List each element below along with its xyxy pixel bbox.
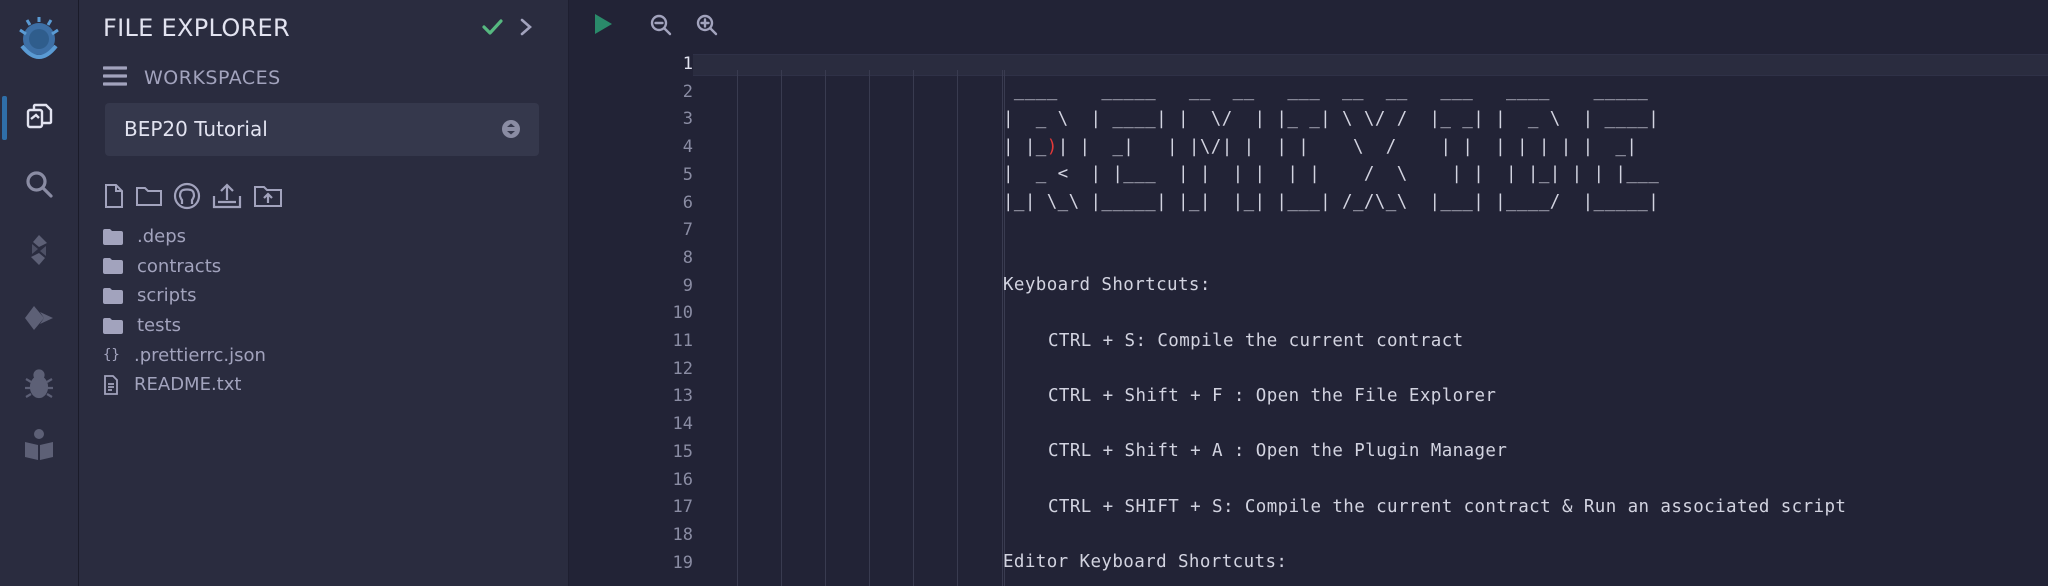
shortcut-line: CTRL + Shift + A : Open the Plugin Manag… [1048, 441, 1508, 461]
ascii-banner-line: ____ _____ __ __ ___ __ __ ___ ____ ____… [1003, 81, 1649, 101]
upload-folder-icon[interactable] [253, 183, 283, 209]
upload-file-icon[interactable] [211, 182, 243, 210]
shortcut-line: CTRL + Shift + F : Open the File Explore… [1048, 386, 1497, 406]
panel-title: FILE EXPLORER [103, 14, 290, 42]
ascii-banner-line: | |_)| | _| | |\/| | | | \ / | | | | | |… [1003, 137, 1637, 157]
learneth-icon[interactable] [19, 425, 59, 465]
active-indicator [2, 96, 7, 140]
hamburger-menu-icon[interactable] [102, 65, 128, 91]
tree-item-label: scripts [137, 285, 197, 307]
workspace-select-value: BEP20 Tutorial [124, 117, 268, 141]
line-number: 12 [672, 358, 693, 379]
folder-contracts[interactable]: contracts [103, 252, 266, 282]
file-prettierrc[interactable]: {} .prettierrc.json [103, 340, 266, 370]
editor-shortcuts-heading: Editor Keyboard Shortcuts: [1003, 552, 1288, 572]
shortcut-line: CTRL + S: Compile the current contract [1048, 331, 1464, 351]
remix-logo-icon[interactable] [14, 16, 64, 66]
line-number: 6 [682, 192, 693, 213]
line-number: 16 [672, 469, 693, 490]
tree-item-label: contracts [137, 255, 222, 277]
indent-guide [869, 70, 870, 586]
file-actions-toolbar [103, 181, 283, 211]
indent-guide [781, 70, 782, 586]
tree-item-label: README.txt [134, 374, 242, 396]
icon-rail [0, 0, 79, 586]
folder-scripts[interactable]: scripts [103, 281, 266, 311]
ascii-banner-red-char: ) [1046, 137, 1058, 157]
ascii-banner-line: | _ \ | ____| | \/ | |_ _| \ \/ / |_ _| … [1003, 109, 1660, 129]
select-caret-icon [501, 119, 521, 143]
check-icon [481, 16, 503, 42]
workspaces-label: WORKSPACES [144, 67, 281, 89]
zoom-out-icon[interactable] [650, 14, 672, 36]
workspaces-header: WORKSPACES [102, 64, 281, 92]
tree-item-label: .prettierrc.json [134, 344, 266, 366]
editor-toolbar [569, 0, 2048, 50]
chevron-right-icon[interactable] [519, 18, 533, 40]
folder-tests[interactable]: tests [103, 311, 266, 341]
shortcut-line: CTRL + SHIFT + S: Compile the current co… [1048, 497, 1847, 517]
text-file-icon [103, 374, 129, 395]
tree-item-label: tests [137, 315, 181, 337]
indent-guide [825, 70, 826, 586]
json-file-icon: {} [103, 347, 120, 364]
indent-guide [737, 70, 738, 586]
file-explorer-icon[interactable] [19, 96, 59, 136]
solidity-compiler-icon[interactable] [19, 230, 59, 270]
line-number: 13 [672, 386, 693, 407]
folder-icon [103, 287, 129, 304]
line-number: 10 [672, 303, 693, 324]
shortcuts-heading: Keyboard Shortcuts: [1003, 275, 1211, 295]
current-line-highlight [693, 54, 2048, 76]
tree-item-label: .deps [137, 226, 187, 248]
line-number: 5 [682, 164, 693, 185]
line-number: 18 [672, 524, 693, 545]
new-file-icon[interactable] [103, 183, 125, 209]
run-icon[interactable] [592, 12, 614, 36]
github-icon[interactable] [173, 182, 201, 210]
folder-icon [103, 258, 129, 275]
code-editor[interactable]: 1 2 3 4 5 6 7 8 9 10 11 12 13 14 15 16 1… [569, 50, 2048, 586]
debugger-icon[interactable] [19, 364, 59, 404]
file-tree: .deps contracts scripts tests {} .pretti… [103, 222, 266, 400]
line-number: 11 [672, 331, 693, 351]
line-number: 3 [682, 109, 693, 130]
folder-icon [103, 228, 129, 245]
zoom-in-icon[interactable] [696, 14, 718, 36]
workspace-select[interactable]: BEP20 Tutorial [105, 103, 539, 156]
line-number: 1 [682, 54, 693, 74]
file-readme[interactable]: README.txt [103, 370, 266, 400]
indent-guide [957, 70, 958, 586]
ascii-banner-segment: | | _| | |\/| | | | \ / | | | | | | | _| [1057, 137, 1638, 157]
line-number: 8 [682, 247, 693, 268]
ascii-banner-line: | _ < | |___ | | | | | | / \ | | | |_| |… [1003, 164, 1660, 184]
search-icon[interactable] [19, 164, 59, 204]
line-number: 14 [672, 414, 693, 435]
line-number: 4 [682, 137, 693, 158]
line-number: 2 [682, 81, 693, 102]
ascii-banner-line: |_| \_\ |_____| |_| |_| |___| /_/\_\ |__… [1003, 192, 1660, 212]
folder-deps[interactable]: .deps [103, 222, 266, 252]
new-folder-icon[interactable] [135, 184, 163, 208]
ascii-banner-segment: | |_ [1003, 137, 1047, 157]
line-number: 7 [682, 220, 693, 241]
line-number: 9 [682, 275, 693, 296]
file-explorer-panel: FILE EXPLORER WORKSPACES BEP20 Tutorial [79, 0, 569, 586]
deploy-run-icon[interactable] [19, 298, 59, 338]
line-number: 15 [672, 441, 693, 462]
line-number: 17 [672, 497, 693, 518]
indent-guide [913, 70, 914, 586]
line-number: 19 [672, 552, 693, 573]
folder-icon [103, 317, 129, 334]
